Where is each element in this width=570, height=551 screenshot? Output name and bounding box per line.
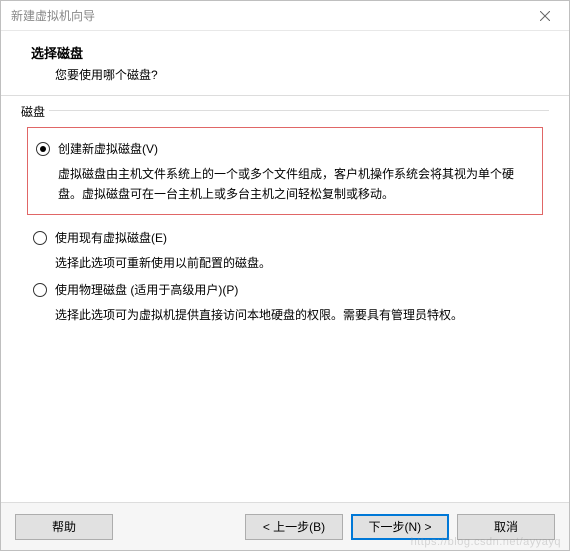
cancel-button[interactable]: 取消	[457, 514, 555, 540]
back-button[interactable]: < 上一步(B)	[245, 514, 343, 540]
close-icon	[540, 11, 550, 21]
option-create-new-disk[interactable]: 创建新虚拟磁盘(V) 虚拟磁盘由主机文件系统上的一个或多个文件组成，客户机操作系…	[27, 127, 543, 215]
option-desc: 虚拟磁盘由主机文件系统上的一个或多个文件组成，客户机操作系统会将其视为单个硬盘。…	[58, 164, 534, 204]
option-desc: 选择此选项可为虚拟机提供直接访问本地硬盘的权限。需要具有管理员特权。	[55, 305, 537, 325]
button-bar: 帮助 < 上一步(B) 下一步(N) > 取消	[1, 502, 569, 550]
help-button[interactable]: 帮助	[15, 514, 113, 540]
disk-groupbox: 磁盘 创建新虚拟磁盘(V) 虚拟磁盘由主机文件系统上的一个或多个文件组成，客户机…	[21, 110, 549, 327]
radio-create-new-disk[interactable]	[36, 142, 50, 156]
option-use-physical-disk[interactable]: 使用物理磁盘 (适用于高级用户)(P) 选择此选项可为虚拟机提供直接访问本地硬盘…	[27, 277, 543, 327]
close-button[interactable]	[525, 2, 565, 30]
radio-use-existing-disk[interactable]	[33, 231, 47, 245]
option-body: 创建新虚拟磁盘(V) 虚拟磁盘由主机文件系统上的一个或多个文件组成，客户机操作系…	[58, 140, 534, 204]
wizard-header: 选择磁盘 您要使用哪个磁盘?	[1, 31, 569, 96]
option-body: 使用物理磁盘 (适用于高级用户)(P) 选择此选项可为虚拟机提供直接访问本地硬盘…	[55, 281, 537, 325]
wizard-content: 磁盘 创建新虚拟磁盘(V) 虚拟磁盘由主机文件系统上的一个或多个文件组成，客户机…	[1, 96, 569, 502]
option-use-existing-disk[interactable]: 使用现有虚拟磁盘(E) 选择此选项可重新使用以前配置的磁盘。	[27, 225, 543, 275]
titlebar: 新建虚拟机向导	[1, 1, 569, 31]
window-title: 新建虚拟机向导	[11, 7, 525, 24]
option-body: 使用现有虚拟磁盘(E) 选择此选项可重新使用以前配置的磁盘。	[55, 229, 537, 273]
next-button[interactable]: 下一步(N) >	[351, 514, 449, 540]
option-label: 创建新虚拟磁盘(V)	[58, 140, 534, 158]
option-desc: 选择此选项可重新使用以前配置的磁盘。	[55, 253, 537, 273]
groupbox-legend: 磁盘	[21, 103, 49, 120]
page-subtitle: 您要使用哪个磁盘?	[55, 66, 549, 83]
option-label: 使用物理磁盘 (适用于高级用户)(P)	[55, 281, 537, 299]
option-label: 使用现有虚拟磁盘(E)	[55, 229, 537, 247]
wizard-window: 新建虚拟机向导 选择磁盘 您要使用哪个磁盘? 磁盘 创建新虚拟磁盘(V) 虚拟磁…	[0, 0, 570, 551]
radio-use-physical-disk[interactable]	[33, 283, 47, 297]
page-title: 选择磁盘	[31, 43, 549, 62]
